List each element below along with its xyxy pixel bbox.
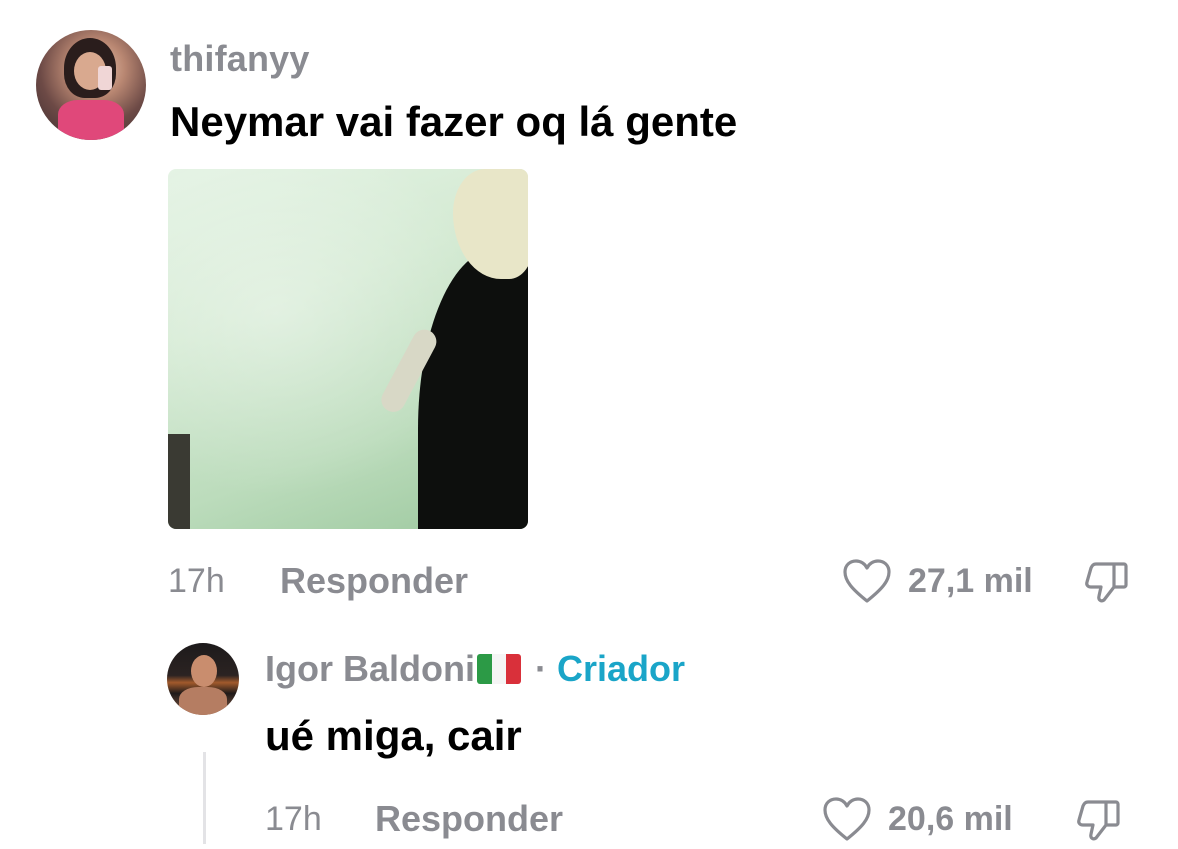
media-furniture-shape <box>168 434 190 529</box>
separator-dot: · <box>535 648 547 689</box>
comment-timestamp: 17h <box>168 562 225 600</box>
thumbs-down-icon <box>1077 800 1120 841</box>
comment-text: Neymar vai fazer oq lá gente <box>170 98 738 145</box>
dislike-button[interactable] <box>1084 558 1130 609</box>
creator-username[interactable]: Igor Baldoni <box>265 648 475 690</box>
avatar-body-shape <box>179 687 227 715</box>
avatar-head-shape <box>191 655 217 687</box>
reply-button[interactable]: Responder <box>280 560 468 602</box>
commenter-username[interactable]: thifanyy <box>170 38 310 80</box>
reply-timestamp: 17h <box>265 800 322 838</box>
comment-media-thumbnail[interactable] <box>168 169 528 529</box>
avatar-clothing-shape <box>58 100 124 140</box>
heart-outline-icon <box>843 559 891 603</box>
creator-avatar[interactable] <box>167 643 239 715</box>
reply-like-count: 20,6 mil <box>888 799 1013 838</box>
creator-badge: Criador <box>557 648 686 689</box>
like-button[interactable]: 27,1 mil <box>842 556 1033 606</box>
like-count: 27,1 mil <box>908 561 1033 600</box>
reply-meta-row: 17h Responder 20,6 mil <box>0 794 1178 844</box>
heart-outline-icon <box>823 797 871 841</box>
avatar-phone-shape <box>98 66 112 90</box>
reply-username-row: Igor Baldoni · Criador <box>265 648 685 690</box>
reply-dislike-button[interactable] <box>1076 796 1122 847</box>
reply-like-button[interactable]: 20,6 mil <box>822 794 1013 844</box>
reply-text: ué miga, cair <box>265 712 522 759</box>
italy-flag-icon <box>477 654 521 684</box>
reply-to-reply-button[interactable]: Responder <box>375 798 563 840</box>
comment-meta-row: 17h Responder 27,1 mil <box>0 556 1178 606</box>
commenter-avatar[interactable] <box>36 30 146 140</box>
thumbs-down-icon <box>1085 562 1128 603</box>
